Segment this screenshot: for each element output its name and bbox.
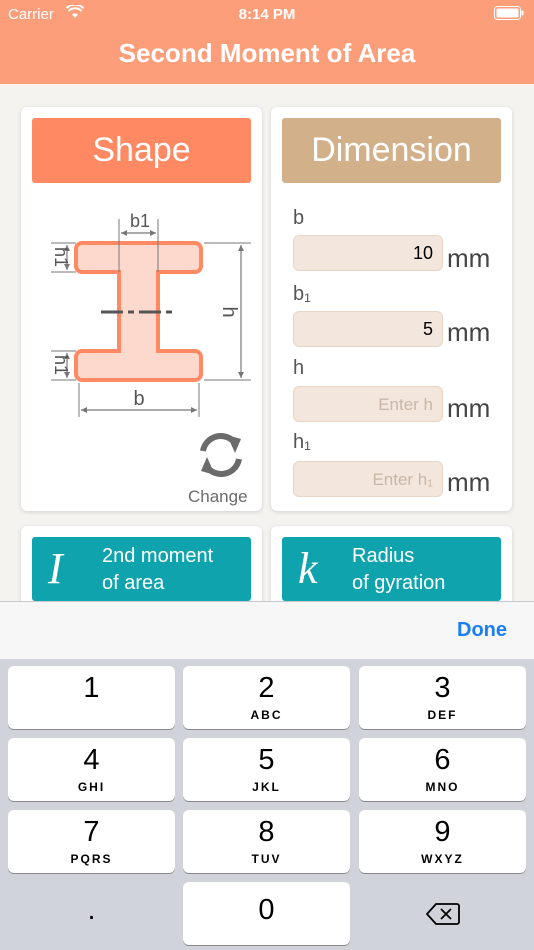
dimension-button[interactable]: Dimension (282, 118, 501, 183)
label-h1-bottom: h1 (51, 355, 71, 375)
field-b-label: b (293, 207, 305, 229)
key-8-letters: TUV (251, 852, 282, 866)
key-8-digit: 8 (258, 816, 275, 848)
field-b1-unit: mm (447, 317, 491, 347)
change-refresh-icon[interactable] (189, 431, 253, 479)
key-3-digit: 3 (434, 672, 451, 704)
second-moment-button[interactable]: I 2nd moment of area (32, 537, 251, 601)
result-gyration-line2: of gyration (352, 572, 446, 594)
key-4[interactable]: 4 GHI (8, 738, 175, 801)
field-h1-label: h₁ (293, 431, 311, 453)
key-6-digit: 6 (434, 744, 451, 776)
field-h-unit: mm (447, 393, 491, 423)
field-b-input[interactable] (293, 235, 443, 271)
dimension-card: Dimension b mm b₁ mm h mm h₁ mm (271, 107, 512, 511)
key-7[interactable]: 7 PQRS (8, 810, 175, 873)
label-h: h (218, 306, 240, 317)
change-label[interactable]: Change (188, 487, 248, 507)
field-b-unit: mm (447, 243, 491, 273)
label-h1-top: h1 (51, 247, 71, 267)
result-moment-line2: of area (102, 572, 165, 594)
key-0-digit: 0 (258, 894, 275, 926)
field-b1-input[interactable] (293, 311, 443, 347)
key-7-letters: PQRS (70, 852, 113, 866)
key-6[interactable]: 6 MNO (359, 738, 526, 801)
field-h-input[interactable] (293, 386, 443, 422)
shape-card: Shape b1 h1 h h1 b Change (21, 107, 262, 511)
key-7-digit: 7 (83, 816, 100, 848)
key-delete[interactable] (359, 882, 526, 945)
done-button[interactable]: Done (457, 619, 507, 642)
label-b: b (133, 388, 144, 410)
key-4-letters: GHI (77, 780, 106, 794)
result-moment-line1: 2nd moment (102, 545, 214, 567)
key-4-digit: 4 (83, 744, 100, 776)
key-5-letters: JKL (252, 780, 281, 794)
i-beam-diagram[interactable]: b1 h1 h h1 b (21, 197, 262, 417)
key-0[interactable]: 0 (183, 882, 350, 945)
key-5[interactable]: 5 JKL (183, 738, 350, 801)
symbol-i: I (48, 544, 63, 593)
key-1-digit: 1 (83, 672, 100, 704)
label-b1: b1 (130, 211, 150, 231)
status-bar: Carrier 8:14 PM (0, 0, 534, 28)
key-decimal-glyph: . (87, 894, 96, 926)
radius-gyration-button[interactable]: k Radius of gyration (282, 537, 501, 601)
symbol-k: k (298, 544, 318, 593)
key-2-letters: ABC (250, 708, 283, 722)
result-card-moment: I 2nd moment of area (21, 526, 262, 606)
battery-icon (494, 6, 524, 20)
field-h-label: h (293, 357, 305, 379)
field-h1-unit: mm (447, 467, 491, 497)
status-time: 8:14 PM (238, 6, 296, 23)
key-5-digit: 5 (258, 744, 275, 776)
key-3[interactable]: 3 DEF (359, 666, 526, 729)
backspace-icon (426, 903, 460, 925)
field-h1-input[interactable] (293, 461, 443, 497)
numeric-keypad: 1 2 ABC 3 DEF 4 GHI 5 JKL 6 MNO 7 PQRS 8… (0, 659, 534, 950)
key-3-letters: DEF (427, 708, 458, 722)
page-title: Second Moment of Area (118, 38, 416, 68)
key-8[interactable]: 8 TUV (183, 810, 350, 873)
key-decimal[interactable]: . (8, 882, 175, 945)
key-2[interactable]: 2 ABC (183, 666, 350, 729)
result-gyration-line1: Radius (352, 545, 415, 567)
result-card-gyration: k Radius of gyration (271, 526, 512, 606)
key-6-letters: MNO (425, 780, 460, 794)
header-bar: Carrier 8:14 PM Second Moment of Area (0, 0, 534, 84)
key-9-digit: 9 (434, 816, 451, 848)
keyboard-accessory-bar: Done (0, 601, 534, 659)
key-1[interactable]: 1 (8, 666, 175, 729)
key-9[interactable]: 9 WXYZ (359, 810, 526, 873)
field-b1-label: b₁ (293, 283, 311, 305)
key-2-digit: 2 (258, 672, 275, 704)
key-9-letters: WXYZ (421, 852, 464, 866)
shape-button[interactable]: Shape (32, 118, 251, 183)
